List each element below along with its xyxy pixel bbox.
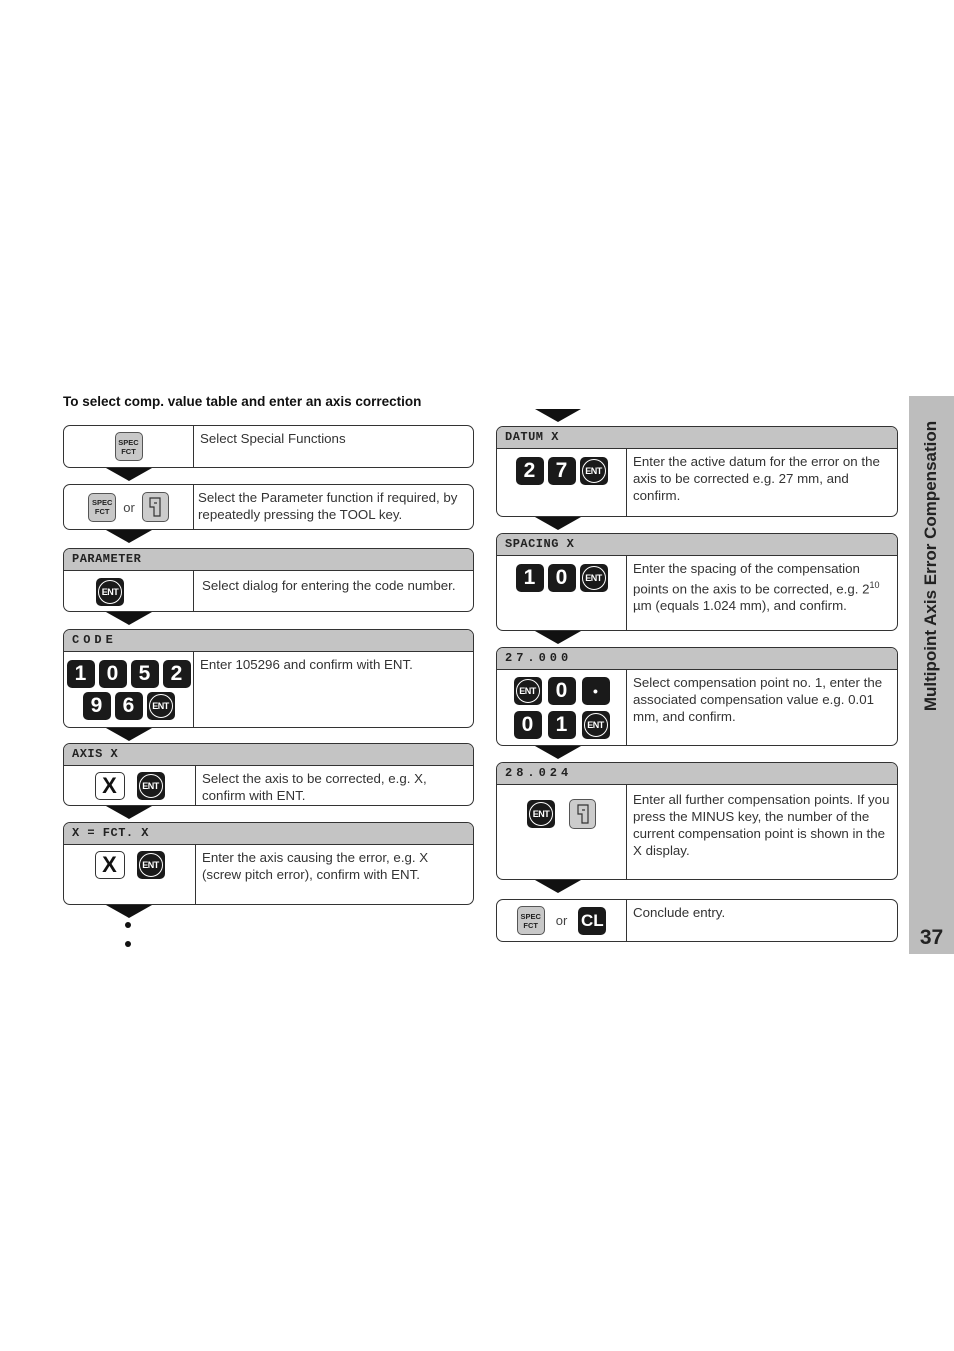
step-select-special-functions: SPEC FCT Select Special Functions xyxy=(63,425,474,468)
arrow-down-icon xyxy=(106,530,152,543)
tool-icon xyxy=(149,497,161,517)
step-description: Enter the spacing of the compensation po… xyxy=(633,561,880,614)
ent-key[interactable]: ENT xyxy=(146,692,175,720)
digit-6-key[interactable]: 6 xyxy=(114,692,143,720)
arrow-down-icon xyxy=(106,612,152,625)
digit-0-key[interactable]: 0 xyxy=(547,564,576,592)
arrow-down-icon xyxy=(106,728,152,741)
chapter-sidebar: Multipoint Axis Error Compensation 37 xyxy=(909,396,954,954)
step-datum-x: DATUM X 2 7 ENT Enter the active datum f… xyxy=(496,426,898,517)
tool-icon xyxy=(576,804,589,824)
display-readout: 28.024 xyxy=(497,763,897,785)
ent-key[interactable]: ENT xyxy=(579,564,608,592)
arrow-down-icon xyxy=(106,468,152,481)
digit-0-key[interactable]: 0 xyxy=(547,677,576,705)
arrow-down-icon xyxy=(535,409,581,422)
step-parameter: PARAMETER ENT Select dialog for entering… xyxy=(63,548,474,612)
chapter-title: Multipoint Axis Error Compensation xyxy=(921,420,940,712)
arrow-down-icon xyxy=(535,517,581,530)
ent-key[interactable]: ENT xyxy=(136,851,165,879)
digit-2-key[interactable]: 2 xyxy=(162,660,191,688)
ent-key[interactable]: ENT xyxy=(581,711,610,739)
ent-key[interactable]: ENT xyxy=(513,677,542,705)
step-description: Select the axis to be corrected, e.g. X,… xyxy=(202,771,427,803)
digit-7-key[interactable]: 7 xyxy=(547,457,576,485)
x-axis-key[interactable]: X xyxy=(94,772,125,800)
digit-0-key[interactable]: 0 xyxy=(98,660,127,688)
arrow-down-icon xyxy=(535,631,581,644)
display-readout: CODE xyxy=(64,630,473,652)
step-description: Enter the axis causing the error, e.g. X… xyxy=(202,850,429,882)
decimal-point-key[interactable]: • xyxy=(581,677,610,705)
tool-key[interactable] xyxy=(569,799,596,829)
digit-1-key[interactable]: 1 xyxy=(66,660,95,688)
ent-key[interactable]: ENT xyxy=(579,457,608,485)
step-x-fct-x: X = FCT. X X ENT Enter the axis causing … xyxy=(63,822,474,905)
step-description: Conclude entry. xyxy=(633,905,726,920)
digit-5-key[interactable]: 5 xyxy=(130,660,159,688)
arrow-down-icon xyxy=(535,746,581,759)
digit-0-key[interactable]: 0 xyxy=(513,711,542,739)
display-readout: AXIS X xyxy=(64,744,473,766)
spec-fct-key[interactable]: SPEC FCT xyxy=(516,906,545,935)
step-description: Select Special Functions xyxy=(200,431,346,446)
display-readout: X = FCT. X xyxy=(64,823,473,845)
step-conclude: SPEC FCT or CL Conclude entry. xyxy=(496,899,898,942)
page-number: 37 xyxy=(919,926,944,949)
ent-key[interactable]: ENT xyxy=(96,577,124,606)
tool-key[interactable] xyxy=(141,492,169,522)
x-axis-key[interactable]: X xyxy=(94,851,125,879)
ent-key[interactable]: ENT xyxy=(527,800,555,828)
step-select-parameter: SPEC FCT or Select the Parameter function… xyxy=(63,484,474,530)
step-axis-x: AXIS X X ENT Select the axis to be corre… xyxy=(63,743,474,806)
arrow-down-icon xyxy=(535,880,581,893)
step-description: Select dialog for entering the code numb… xyxy=(202,578,456,593)
display-readout: DATUM X xyxy=(497,427,897,449)
step-spacing-x: SPACING X 1 0 ENT Enter the spacing of t… xyxy=(496,533,898,631)
or-label: or xyxy=(123,499,135,515)
arrow-down-icon xyxy=(106,905,152,918)
digit-2-key[interactable]: 2 xyxy=(515,457,544,485)
or-label: or xyxy=(555,913,568,928)
display-readout: SPACING X xyxy=(497,534,897,556)
spec-fct-key[interactable]: SPEC FCT xyxy=(88,492,117,522)
digit-1-key[interactable]: 1 xyxy=(547,711,576,739)
step-description: Select the Parameter function if require… xyxy=(198,490,458,522)
step-description: Enter all further compensation points. I… xyxy=(633,792,890,858)
continuation-dot xyxy=(125,922,131,928)
section-heading: To select comp. value table and enter an… xyxy=(63,394,422,409)
digit-1-key[interactable]: 1 xyxy=(515,564,544,592)
digit-9-key[interactable]: 9 xyxy=(82,692,111,720)
continuation-dot xyxy=(125,941,131,947)
step-description: Select compensation point no. 1, enter t… xyxy=(633,675,883,724)
cl-key[interactable]: CL xyxy=(578,906,607,935)
spec-fct-key[interactable]: SPEC FCT xyxy=(114,432,143,461)
step-compensation-point-1: 27.000 ENT 0 • 0 1 ENT Select compensati… xyxy=(496,647,898,746)
display-readout: 27.000 xyxy=(497,648,897,670)
step-description: Enter 105296 and confirm with ENT. xyxy=(200,657,413,672)
step-description: Enter the active datum for the error on … xyxy=(633,454,880,503)
step-code: CODE 1 0 5 2 9 6 ENT Enter 105296 and co… xyxy=(63,629,474,728)
display-readout: PARAMETER xyxy=(64,549,473,571)
ent-key[interactable]: ENT xyxy=(136,772,165,800)
arrow-down-icon xyxy=(106,806,152,819)
step-further-points: 28.024 ENT Enter all further compensatio… xyxy=(496,762,898,880)
